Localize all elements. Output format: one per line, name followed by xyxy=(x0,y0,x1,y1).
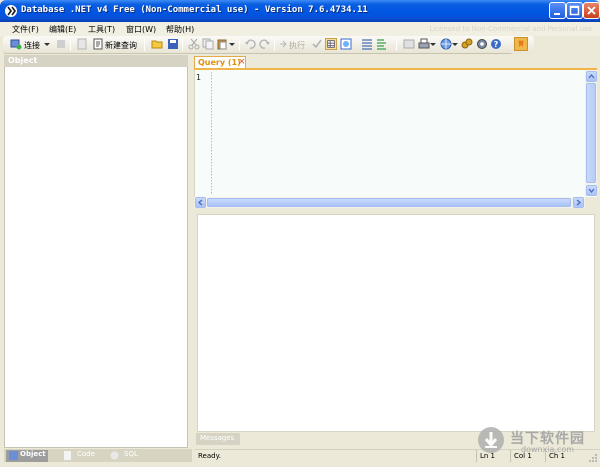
web-dropdown-icon[interactable] xyxy=(452,38,458,50)
query-tab-label: Query (1) xyxy=(198,58,241,67)
new-query-button[interactable]: 新建查询 xyxy=(105,40,137,51)
status-separator xyxy=(476,450,477,462)
maximize-button[interactable] xyxy=(566,2,583,19)
text-results-icon[interactable] xyxy=(340,38,352,50)
check-icon xyxy=(312,39,322,49)
chevron-down-icon xyxy=(588,188,595,194)
sql-editor[interactable] xyxy=(194,70,597,197)
minimize-button[interactable] xyxy=(549,2,566,19)
paste-dropdown-icon[interactable] xyxy=(229,38,235,50)
menu-edit[interactable]: 编辑(E) xyxy=(49,24,76,35)
redo-icon xyxy=(259,39,270,49)
tab-object-label: Object xyxy=(20,450,46,458)
tab-sql[interactable]: SQL xyxy=(110,450,138,462)
watermark-site: downxia.com xyxy=(521,445,575,454)
tab-sql-label: SQL xyxy=(124,450,138,458)
scroll-left-button[interactable] xyxy=(195,197,206,208)
status-separator xyxy=(510,450,511,462)
object-panel-title: Object xyxy=(8,56,38,65)
menu-help[interactable]: 帮助(H) xyxy=(166,24,194,35)
app-icon xyxy=(5,5,17,17)
resize-grip-icon[interactable] xyxy=(588,453,598,463)
horizontal-scroll-thumb[interactable] xyxy=(207,198,571,207)
print-dropdown-icon[interactable] xyxy=(430,38,436,50)
cut-icon xyxy=(188,38,200,50)
menu-file[interactable]: 文件(F) xyxy=(12,24,39,35)
chevron-left-icon xyxy=(197,199,203,206)
tab-messages[interactable]: Messages xyxy=(196,433,240,445)
copy-icon xyxy=(202,38,214,50)
execute-button: 执行 xyxy=(289,41,305,50)
document-icon xyxy=(77,38,87,50)
scroll-down-button[interactable] xyxy=(586,185,597,196)
save-icon[interactable] xyxy=(167,38,179,50)
minimize-icon xyxy=(554,13,560,15)
toolbar-separator xyxy=(70,39,71,51)
toolbar-separator xyxy=(396,39,397,51)
undo-icon xyxy=(245,39,256,49)
scroll-right-button[interactable] xyxy=(573,197,584,208)
toolbar-separator xyxy=(274,39,275,51)
web-icon[interactable] xyxy=(440,38,452,50)
status-line: Ln 1 xyxy=(480,452,496,460)
export-icon xyxy=(403,39,415,49)
help-icon[interactable]: ? xyxy=(490,38,502,50)
sql-tab-icon xyxy=(110,451,119,460)
connect-button[interactable]: 连接 xyxy=(24,40,40,51)
status-text: Ready. xyxy=(198,452,221,460)
object-tab-icon xyxy=(9,451,18,460)
tab-code[interactable]: Code xyxy=(63,450,95,462)
line-number: 1 xyxy=(196,73,201,82)
settings-gear-icon[interactable] xyxy=(476,38,488,50)
menu-window[interactable]: 窗口(W) xyxy=(126,24,156,35)
svg-text:?: ? xyxy=(494,40,499,49)
gutter-divider xyxy=(211,72,212,194)
close-tab-icon[interactable]: × xyxy=(238,57,246,67)
scroll-up-button[interactable] xyxy=(586,71,597,82)
plugins-icon[interactable] xyxy=(461,38,473,50)
tab-code-label: Code xyxy=(77,450,95,458)
object-explorer[interactable] xyxy=(4,55,188,448)
license-text: Licensed to Non-Commercial and Personal … xyxy=(429,25,592,33)
close-button[interactable] xyxy=(583,2,600,19)
toolbar-separator xyxy=(182,39,183,51)
vertical-scroll-thumb[interactable] xyxy=(586,83,596,183)
toolbar-separator xyxy=(239,39,240,51)
execute-icon xyxy=(280,40,287,48)
paste-icon[interactable] xyxy=(216,38,228,50)
print-icon[interactable] xyxy=(418,38,430,50)
results-pane[interactable] xyxy=(197,214,595,432)
grid-results-icon[interactable] xyxy=(325,38,337,50)
bookmark-icon[interactable] xyxy=(514,37,528,51)
open-folder-icon[interactable] xyxy=(151,38,163,50)
connect-icon[interactable] xyxy=(10,38,22,50)
disconnect-icon xyxy=(57,40,65,48)
align-icon[interactable] xyxy=(375,38,387,50)
object-panel-header: Object xyxy=(4,55,188,67)
toolbar-separator xyxy=(144,39,145,51)
chevron-right-icon xyxy=(576,199,582,206)
maximize-icon xyxy=(569,5,580,16)
close-icon xyxy=(587,6,596,15)
menu-tools[interactable]: 工具(T) xyxy=(88,24,115,35)
dropdown-arrow-icon[interactable] xyxy=(44,38,50,50)
code-tab-icon xyxy=(64,451,71,460)
tab-object[interactable]: Object xyxy=(6,450,48,462)
watermark-logo-icon xyxy=(478,427,504,453)
chevron-up-icon xyxy=(588,73,595,79)
new-query-icon[interactable] xyxy=(92,38,104,50)
list-icon[interactable] xyxy=(361,38,373,50)
window-title: Database .NET v4 Free (Non-Commercial us… xyxy=(21,5,368,15)
